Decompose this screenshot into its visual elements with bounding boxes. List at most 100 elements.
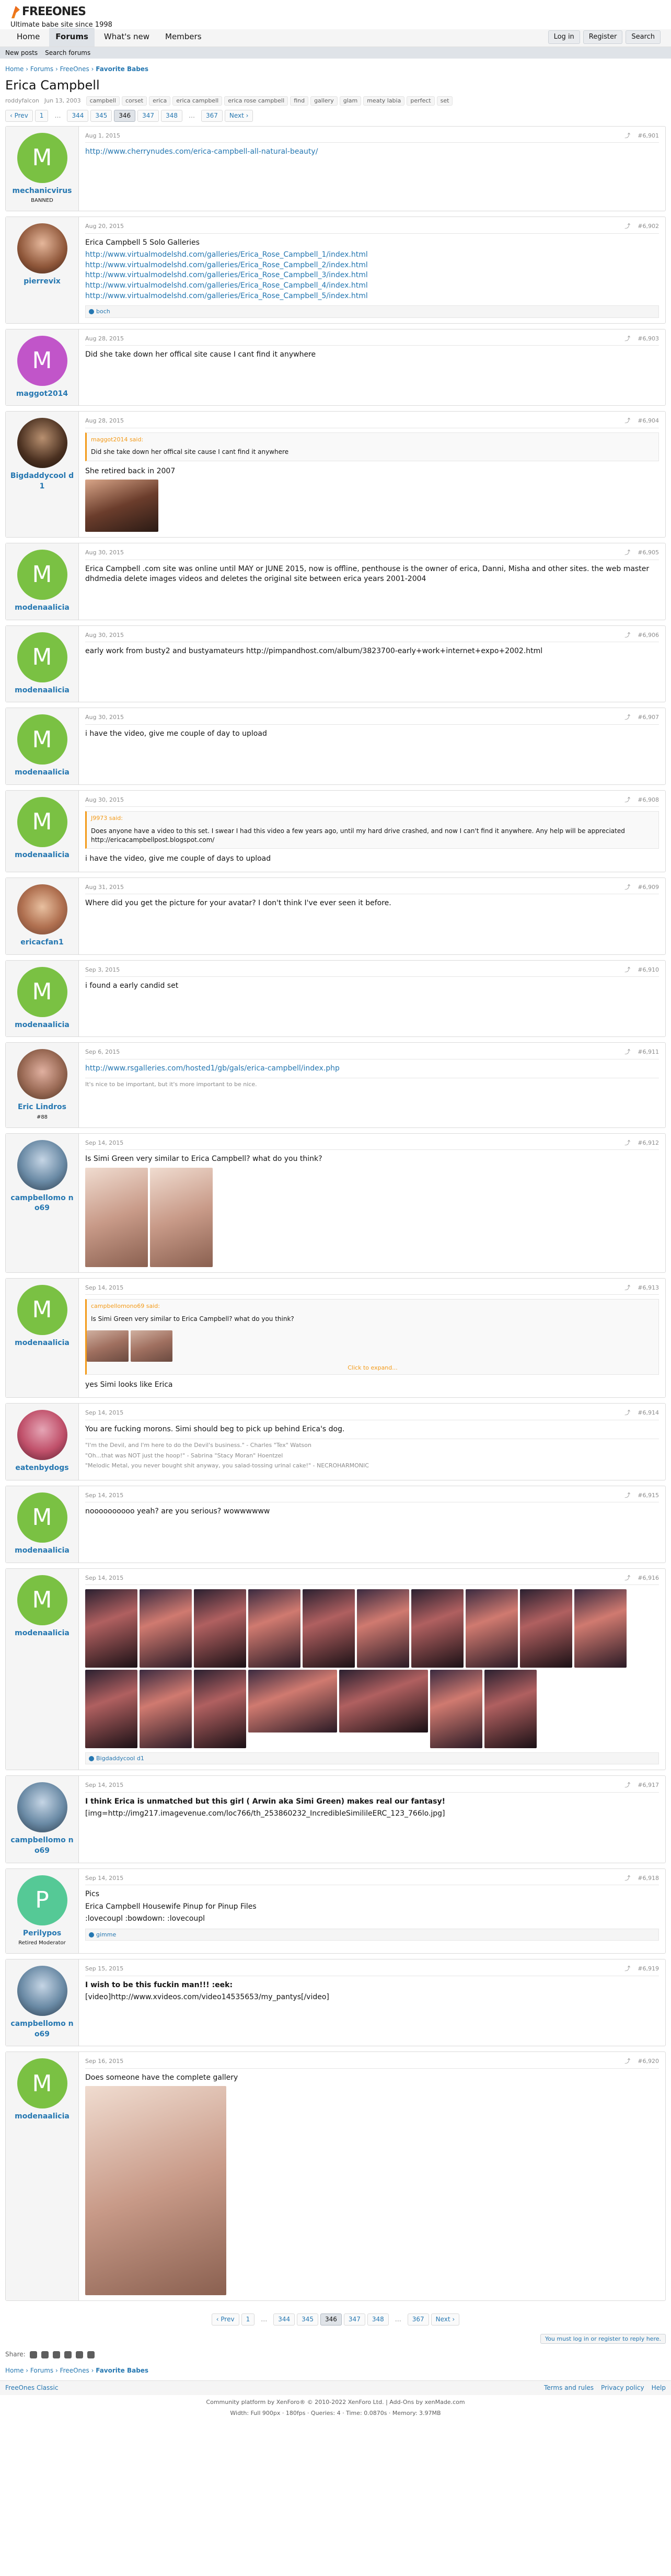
username[interactable]: modenaalicia: [9, 603, 75, 613]
crumb-home-bottom[interactable]: Home: [5, 2367, 24, 2374]
post-image[interactable]: [85, 1589, 137, 1668]
username[interactable]: campbellomo no69: [9, 2019, 75, 2039]
post-image[interactable]: [140, 1669, 192, 1748]
crumb-forums-bottom[interactable]: Forums: [30, 2367, 53, 2374]
post-number[interactable]: #6,909: [638, 883, 659, 891]
username[interactable]: Eric Lindros: [9, 1102, 75, 1113]
share-icon[interactable]: ⤴: [624, 222, 630, 230]
post-date[interactable]: Aug 28, 2015: [85, 335, 124, 343]
share-icon[interactable]: ⤴: [624, 1874, 630, 1882]
register-button[interactable]: Register: [583, 30, 623, 44]
username[interactable]: modenaalicia: [9, 768, 75, 778]
post-link[interactable]: http://www.virtualmodelshd.com/galleries…: [85, 281, 659, 291]
pager-page[interactable]: 346: [320, 2313, 342, 2326]
post-number[interactable]: #6,908: [638, 796, 659, 804]
share-icon[interactable]: ⤴: [624, 1409, 630, 1417]
share-icon[interactable]: ⤴: [624, 883, 630, 891]
post-date[interactable]: Aug 20, 2015: [85, 222, 124, 230]
avatar[interactable]: [17, 884, 67, 935]
post-date[interactable]: Aug 28, 2015: [85, 417, 124, 425]
quote-author[interactable]: campbellomono69 said:: [87, 1300, 658, 1313]
likes-bar[interactable]: Bigdaddycool d1: [85, 1752, 659, 1765]
username[interactable]: mechanicvirus: [9, 186, 75, 197]
crumb-favorite-bottom[interactable]: Favorite Babes: [96, 2367, 148, 2374]
avatar[interactable]: M: [17, 335, 67, 386]
avatar[interactable]: P: [17, 1875, 67, 1925]
crumb-home[interactable]: Home: [5, 65, 24, 73]
post-date[interactable]: Aug 30, 2015: [85, 796, 124, 804]
login-reply-message[interactable]: You must log in or register to reply her…: [540, 2334, 666, 2344]
post-number[interactable]: #6,906: [638, 631, 659, 639]
share-icon[interactable]: ⤴: [624, 2057, 630, 2065]
username[interactable]: campbellomo no69: [9, 1193, 75, 1214]
likes-bar[interactable]: gimme: [85, 1928, 659, 1941]
pager-page[interactable]: 345: [297, 2313, 319, 2326]
thread-tag[interactable]: erica: [149, 96, 171, 106]
post-image[interactable]: [248, 1589, 300, 1668]
thread-tag[interactable]: find: [290, 96, 309, 106]
avatar[interactable]: [17, 223, 67, 274]
avatar[interactable]: M: [17, 632, 67, 682]
username[interactable]: modenaalicia: [9, 850, 75, 861]
whatsapp-icon[interactable]: [64, 2351, 72, 2358]
post-date[interactable]: Sep 14, 2015: [85, 1574, 123, 1582]
quote-author[interactable]: J9973 said:: [87, 812, 658, 825]
post-number[interactable]: #6,907: [638, 713, 659, 721]
post-image[interactable]: [339, 1669, 428, 1732]
reddit-icon[interactable]: [52, 2351, 60, 2358]
post-image[interactable]: [248, 1669, 337, 1732]
username[interactable]: eatenbydogs: [9, 1463, 75, 1474]
avatar[interactable]: [17, 1049, 67, 1100]
post-image[interactable]: [85, 1669, 137, 1748]
thread-tag[interactable]: glam: [339, 96, 362, 106]
pager-page[interactable]: 346: [114, 109, 136, 122]
post-link[interactable]: http://www.virtualmodelshd.com/galleries…: [85, 291, 659, 302]
avatar[interactable]: M: [17, 132, 67, 183]
like-user[interactable]: gimme: [96, 1931, 116, 1938]
post-number[interactable]: #6,901: [638, 132, 659, 140]
post-number[interactable]: #6,918: [638, 1874, 659, 1882]
post-image[interactable]: [194, 1669, 246, 1748]
crumb-forums[interactable]: Forums: [30, 65, 53, 73]
help-link[interactable]: Help: [652, 2384, 666, 2392]
post-date[interactable]: Sep 14, 2015: [85, 1781, 123, 1789]
post-date[interactable]: Sep 16, 2015: [85, 2057, 123, 2065]
post-date[interactable]: Aug 30, 2015: [85, 549, 124, 556]
username[interactable]: Perilypos: [9, 1929, 75, 1939]
new-posts-link[interactable]: New posts: [5, 49, 38, 58]
pager-page[interactable]: 344: [273, 2313, 295, 2326]
post-image[interactable]: [87, 1330, 129, 1362]
thread-tag[interactable]: meaty labia: [363, 96, 405, 106]
username[interactable]: Bigdaddycool d1: [9, 471, 75, 492]
post-image[interactable]: [430, 1669, 482, 1748]
username[interactable]: pierrevix: [9, 277, 75, 287]
post-image[interactable]: [411, 1589, 464, 1668]
crumb-freeones-bottom[interactable]: FreeOnes: [60, 2367, 89, 2374]
post-image[interactable]: [484, 1669, 537, 1748]
share-icon[interactable]: ⤴: [624, 631, 630, 639]
username[interactable]: modenaalicia: [9, 686, 75, 696]
like-user[interactable]: Bigdaddycool d1: [96, 1755, 144, 1762]
avatar[interactable]: [17, 1782, 67, 1833]
post-image[interactable]: [303, 1589, 355, 1668]
avatar[interactable]: M: [17, 1492, 67, 1543]
avatar[interactable]: M: [17, 1575, 67, 1625]
post-image[interactable]: [85, 480, 158, 532]
pager-prev[interactable]: ‹ Prev: [5, 109, 33, 122]
twitter-icon[interactable]: [41, 2351, 49, 2358]
post-date[interactable]: Sep 3, 2015: [85, 966, 120, 974]
avatar[interactable]: M: [17, 797, 67, 848]
post-number[interactable]: #6,910: [638, 966, 659, 974]
quote-author[interactable]: maggot2014 said:: [87, 433, 658, 446]
post-number[interactable]: #6,911: [638, 1048, 659, 1056]
share-icon[interactable]: ⤴: [624, 1284, 630, 1292]
username[interactable]: modenaalicia: [9, 1546, 75, 1556]
pager-prev[interactable]: ‹ Prev: [211, 2313, 239, 2326]
username[interactable]: campbellomo no69: [9, 1836, 75, 1856]
thread-tag[interactable]: perfect: [407, 96, 435, 106]
post-number[interactable]: #6,904: [638, 417, 659, 425]
username[interactable]: modenaalicia: [9, 2112, 75, 2122]
share-icon[interactable]: ⤴: [624, 796, 630, 804]
crumb-favorite-babes[interactable]: Favorite Babes: [96, 65, 148, 73]
tab-whats-new[interactable]: What's new: [98, 28, 156, 47]
